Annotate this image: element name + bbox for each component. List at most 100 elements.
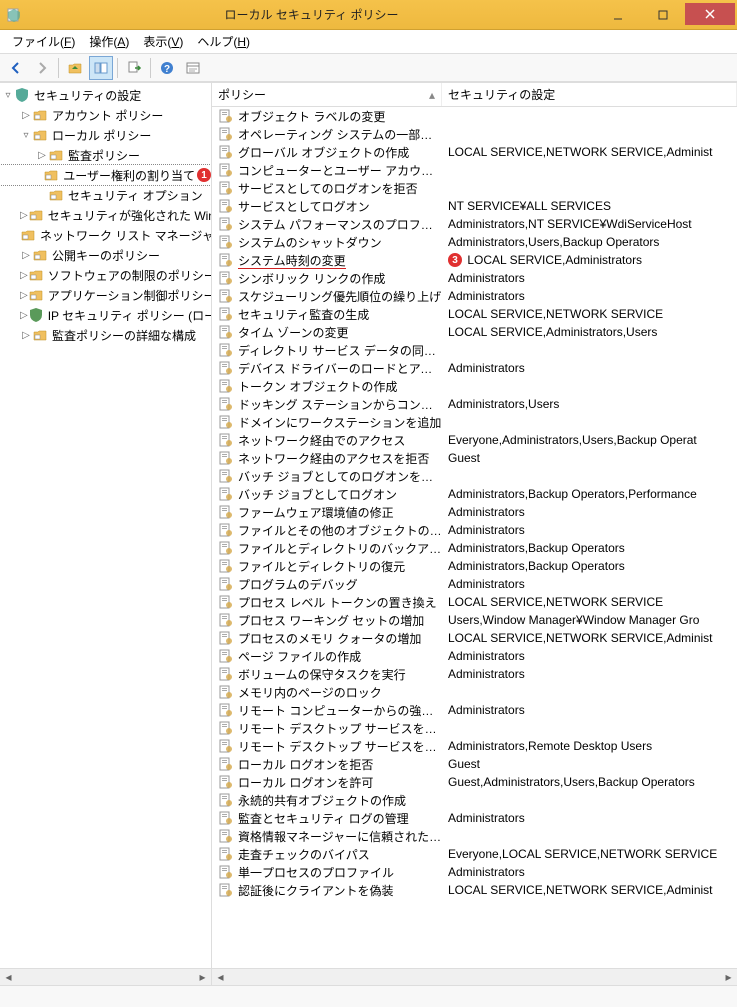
policy-icon [218, 648, 234, 664]
minimize-button[interactable] [595, 3, 640, 27]
list-row[interactable]: ローカル ログオンを拒否Guest [212, 755, 737, 773]
list-row[interactable]: メモリ内のページのロック [212, 683, 737, 701]
list-row[interactable]: ネットワーク経由でのアクセスEveryone,Administrators,Us… [212, 431, 737, 449]
list-hscroll[interactable]: ◂▸ [212, 968, 737, 985]
security-setting: Administrators [444, 523, 737, 537]
security-setting: Users,Window Manager¥Window Manager Gro [444, 613, 737, 627]
tree-item[interactable]: ▷監査ポリシー [0, 145, 211, 165]
forward-button[interactable] [30, 56, 54, 80]
list-row[interactable]: リモート デスクトップ サービスを使ったログオ... [212, 719, 737, 737]
list-row[interactable]: 監査とセキュリティ ログの管理Administrators [212, 809, 737, 827]
list-row[interactable]: プロセス ワーキング セットの増加Users,Window Manager¥Wi… [212, 611, 737, 629]
list-row[interactable]: 走査チェックのバイパスEveryone,LOCAL SERVICE,NETWOR… [212, 845, 737, 863]
list-row[interactable]: タイム ゾーンの変更LOCAL SERVICE,Administrators,U… [212, 323, 737, 341]
tree-item[interactable]: ▷ソフトウェアの制限のポリシー [0, 265, 211, 285]
list-row[interactable]: リモート コンピューターからの強制シャットダウンAdministrators [212, 701, 737, 719]
security-setting: Administrators,Backup Operators [444, 559, 737, 573]
list-row[interactable]: ローカル ログオンを許可Guest,Administrators,Users,B… [212, 773, 737, 791]
expand-icon[interactable]: ▿ [20, 130, 32, 141]
list-row[interactable]: バッチ ジョブとしてログオンAdministrators,Backup Oper… [212, 485, 737, 503]
help-button[interactable]: ? [155, 56, 179, 80]
list-row[interactable]: オペレーティング システムの一部として機能 [212, 125, 737, 143]
expand-icon[interactable]: ▷ [20, 110, 32, 121]
properties-button[interactable] [181, 56, 205, 80]
list-row[interactable]: ディレクトリ サービス データの同期化 [212, 341, 737, 359]
menu-action[interactable]: 操作(A) [83, 31, 135, 52]
tree-item[interactable]: ▿ローカル ポリシー [0, 125, 211, 145]
tree-item[interactable]: ユーザー権利の割り当て1 [0, 165, 211, 185]
tree-item[interactable]: ネットワーク リスト マネージャー ポ [0, 225, 211, 245]
list-row[interactable]: ページ ファイルの作成Administrators [212, 647, 737, 665]
list-row[interactable]: ファイルとディレクトリのバックアップAdministrators,Backup … [212, 539, 737, 557]
policy-name: コンピューターとユーザー アカウントに委任... [238, 162, 444, 179]
list-row[interactable]: コンピューターとユーザー アカウントに委任... [212, 161, 737, 179]
tree-hscroll[interactable]: ◂▸ [0, 968, 212, 985]
tree-item[interactable]: ▷アカウント ポリシー [0, 105, 211, 125]
list-row[interactable]: リモート デスクトップ サービスを使ったログオ...Administrators… [212, 737, 737, 755]
policy-icon [218, 684, 234, 700]
list-row[interactable]: プロセス レベル トークンの置き換えLOCAL SERVICE,NETWORK … [212, 593, 737, 611]
list-row[interactable]: ファイルとディレクトリの復元Administrators,Backup Oper… [212, 557, 737, 575]
expand-icon[interactable]: ▷ [20, 250, 32, 261]
list-row[interactable]: 資格情報マネージャーに信頼された呼び出... [212, 827, 737, 845]
list-row[interactable]: サービスとしてログオンNT SERVICE¥ALL SERVICES [212, 197, 737, 215]
list-row[interactable]: ボリュームの保守タスクを実行Administrators [212, 665, 737, 683]
list-row[interactable]: ファイルとその他のオブジェクトの所有権の...Administrators [212, 521, 737, 539]
list-row[interactable]: スケジューリング優先順位の繰り上げAdministrators [212, 287, 737, 305]
list-row[interactable]: 単一プロセスのプロファイルAdministrators [212, 863, 737, 881]
list-row[interactable]: トークン オブジェクトの作成 [212, 377, 737, 395]
policy-name: 走査チェックのバイパス [238, 846, 444, 863]
list-row[interactable]: システム パフォーマンスのプロファイルAdministrators,NT SER… [212, 215, 737, 233]
list-row[interactable]: プロセスのメモリ クォータの増加LOCAL SERVICE,NETWORK SE… [212, 629, 737, 647]
policy-name: バッチ ジョブとしてのログオンを拒否 [238, 468, 444, 485]
tree-item[interactable]: ▷監査ポリシーの詳細な構成 [0, 325, 211, 345]
tree-item[interactable]: ▷公開キーのポリシー [0, 245, 211, 265]
list-row[interactable]: デバイス ドライバーのロードとアンロードAdministrators [212, 359, 737, 377]
column-policy[interactable]: ポリシー▴ [212, 83, 442, 106]
list-row[interactable]: ファームウェア環境値の修正Administrators [212, 503, 737, 521]
list-row[interactable]: サービスとしてのログオンを拒否 [212, 179, 737, 197]
list-row[interactable]: 認証後にクライアントを偽装LOCAL SERVICE,NETWORK SERVI… [212, 881, 737, 899]
list-row[interactable]: バッチ ジョブとしてのログオンを拒否 [212, 467, 737, 485]
list-row[interactable]: 永続的共有オブジェクトの作成 [212, 791, 737, 809]
list-row[interactable]: ドッキング ステーションからコンピューターを削除Administrators,U… [212, 395, 737, 413]
list-row[interactable]: プログラムのデバッグAdministrators [212, 575, 737, 593]
menu-file[interactable]: ファイル(F) [6, 31, 81, 52]
column-setting[interactable]: セキュリティの設定 [442, 83, 737, 106]
main-split: ▿ セキュリティの設定 ▷アカウント ポリシー▿ローカル ポリシー▷監査ポリシー… [0, 82, 737, 968]
list-row[interactable]: 2システム時刻の変更3 LOCAL SERVICE,Administrators [212, 251, 737, 269]
tree-item[interactable]: セキュリティ オプション [0, 185, 211, 205]
list-row[interactable]: セキュリティ監査の生成LOCAL SERVICE,NETWORK SERVICE [212, 305, 737, 323]
tree-item[interactable]: ▷セキュリティが強化された Windo [0, 205, 211, 225]
expand-icon[interactable]: ▷ [20, 210, 28, 221]
security-setting: LOCAL SERVICE,NETWORK SERVICE [444, 307, 737, 321]
policy-name: リモート デスクトップ サービスを使ったログオ... [238, 738, 444, 755]
menu-help[interactable]: ヘルプ(H) [191, 31, 256, 52]
expand-icon[interactable]: ▷ [20, 270, 28, 281]
list-row[interactable]: グローバル オブジェクトの作成LOCAL SERVICE,NETWORK SER… [212, 143, 737, 161]
list-row[interactable]: シンボリック リンクの作成Administrators [212, 269, 737, 287]
expand-icon[interactable]: ▷ [20, 330, 32, 341]
expand-icon[interactable]: ▿ [2, 90, 14, 101]
tree-panel[interactable]: ▿ セキュリティの設定 ▷アカウント ポリシー▿ローカル ポリシー▷監査ポリシー… [0, 83, 212, 968]
back-button[interactable] [4, 56, 28, 80]
maximize-button[interactable] [640, 3, 685, 27]
tree-root[interactable]: ▿ セキュリティの設定 [0, 85, 211, 105]
security-setting: NT SERVICE¥ALL SERVICES [444, 199, 737, 213]
up-button[interactable] [63, 56, 87, 80]
list-row[interactable]: ネットワーク経由のアクセスを拒否Guest [212, 449, 737, 467]
list-panel[interactable]: ポリシー▴ セキュリティの設定 オブジェクト ラベルの変更オペレーティング シス… [212, 83, 737, 968]
list-row[interactable]: システムのシャットダウンAdministrators,Users,Backup … [212, 233, 737, 251]
expand-icon[interactable]: ▷ [20, 310, 28, 321]
security-setting: 3 LOCAL SERVICE,Administrators [444, 253, 737, 268]
tree-item[interactable]: ▷IP セキュリティ ポリシー (ローカル [0, 305, 211, 325]
expand-icon[interactable]: ▷ [36, 150, 48, 161]
export-button[interactable] [122, 56, 146, 80]
close-button[interactable] [685, 3, 735, 25]
tree-list-button[interactable] [89, 56, 113, 80]
menu-view[interactable]: 表示(V) [137, 31, 189, 52]
list-row[interactable]: オブジェクト ラベルの変更 [212, 107, 737, 125]
expand-icon[interactable]: ▷ [20, 290, 28, 301]
list-row[interactable]: ドメインにワークステーションを追加 [212, 413, 737, 431]
tree-item[interactable]: ▷アプリケーション制御ポリシー [0, 285, 211, 305]
